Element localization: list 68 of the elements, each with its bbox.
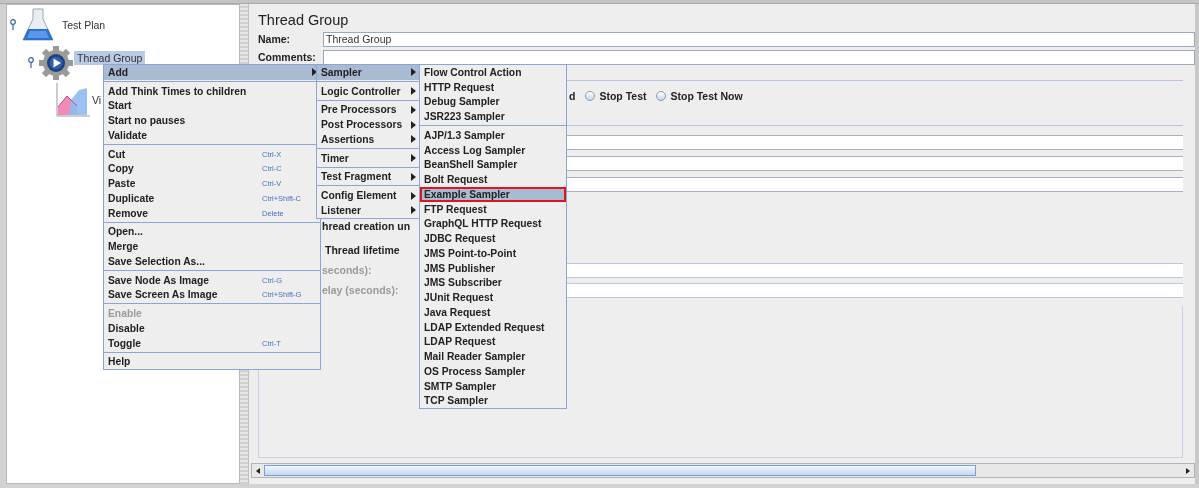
menu-item[interactable]: Disable: [104, 321, 320, 336]
menu-item[interactable]: Timer: [317, 150, 419, 166]
area-chart-icon: [55, 82, 91, 118]
menu-item[interactable]: JMS Publisher: [420, 260, 566, 276]
menu-item[interactable]: SMTP Sampler: [420, 378, 566, 394]
tree-handle-icon[interactable]: [8, 19, 18, 31]
menu-item[interactable]: JMS Subscriber: [420, 275, 566, 291]
menu-item[interactable]: JSR223 Sampler: [420, 109, 566, 124]
menu-item[interactable]: Mail Reader Sampler: [420, 349, 566, 364]
menu-item[interactable]: OS Process Sampler: [420, 364, 566, 379]
flask-icon: [20, 7, 56, 43]
property-label: seconds):: [322, 264, 372, 276]
menu-item[interactable]: Example Sampler: [420, 187, 566, 202]
menu-item[interactable]: Flow Control Action: [420, 65, 566, 80]
horizontal-scrollbar[interactable]: [251, 463, 1195, 478]
menu-item[interactable]: TCP Sampler: [420, 393, 566, 409]
tree-handle-icon[interactable]: [26, 57, 36, 69]
menu-item[interactable]: Listener: [317, 203, 419, 218]
text-field[interactable]: [323, 49, 1195, 65]
menu-item[interactable]: JMS Point-to-Point: [420, 246, 566, 261]
menu-item[interactable]: Bolt Request: [420, 172, 566, 187]
panel-title: Thread Group: [258, 11, 350, 30]
field-label: Name:: [258, 33, 292, 45]
menu-item[interactable]: LDAP Extended Request: [420, 319, 566, 335]
menu-item[interactable]: BeanShell Sampler: [420, 157, 566, 173]
menu-item[interactable]: GraphQL HTTP Request: [420, 216, 566, 232]
menu-item[interactable]: Config Element: [317, 188, 419, 203]
property-label: elay (seconds):: [322, 284, 399, 296]
text-field[interactable]: Thread Group: [323, 31, 1195, 47]
option-label: d: [569, 90, 576, 102]
menu-item[interactable]: Java Request: [420, 305, 566, 320]
menu-item[interactable]: JDBC Request: [420, 231, 566, 246]
text-field[interactable]: [567, 135, 1183, 150]
menu-item[interactable]: JUnit Request: [420, 290, 566, 305]
radio-button[interactable]: [585, 91, 596, 101]
menu-item[interactable]: Help: [104, 354, 320, 370]
menu-item[interactable]: Access Log Sampler: [420, 142, 566, 158]
menu-item[interactable]: Merge: [104, 239, 320, 254]
menu-item[interactable]: AJP/1.3 Sampler: [420, 128, 566, 143]
gear-play-icon: [38, 45, 74, 81]
menu-item[interactable]: Logic Controller: [317, 83, 419, 99]
tree-item[interactable]: Test Plan: [59, 18, 109, 32]
menu-item[interactable]: LDAP Request: [420, 334, 566, 350]
menu-item[interactable]: Save Selection As...: [104, 254, 320, 269]
menu-item[interactable]: Test Fragment: [317, 169, 419, 185]
field-label: Comments:: [258, 51, 317, 63]
menu-item[interactable]: Open...: [104, 224, 320, 240]
menu-item[interactable]: Pre Processors: [317, 102, 419, 118]
menu-item[interactable]: Start: [104, 98, 320, 114]
text-field[interactable]: [567, 156, 1183, 171]
radio-button[interactable]: [656, 91, 667, 101]
menu-item[interactable]: Validate: [104, 128, 320, 143]
tree-item[interactable]: Thread Group: [74, 51, 146, 65]
radio-label: Stop Test Now: [670, 90, 743, 102]
menu-item[interactable]: Add Think Times to children: [104, 83, 320, 99]
radio-label: Stop Test: [599, 90, 647, 102]
menu-item[interactable]: FTP Request: [420, 201, 566, 217]
text-field[interactable]: [567, 177, 1183, 192]
property-label: hread creation un: [322, 220, 411, 232]
menu-item[interactable]: Assertions: [317, 132, 419, 147]
menu-item[interactable]: HTTP Request: [420, 79, 566, 95]
menu-item[interactable]: Post Processors: [317, 117, 419, 132]
tree-item[interactable]: Vi: [91, 93, 103, 107]
menu-item[interactable]: Sampler: [317, 65, 419, 80]
menu-item[interactable]: Start no pauses: [104, 113, 320, 128]
scrollbar-thumb[interactable]: [264, 465, 976, 476]
property-label: Thread lifetime: [325, 244, 400, 256]
menu-item[interactable]: Debug Sampler: [420, 94, 566, 110]
